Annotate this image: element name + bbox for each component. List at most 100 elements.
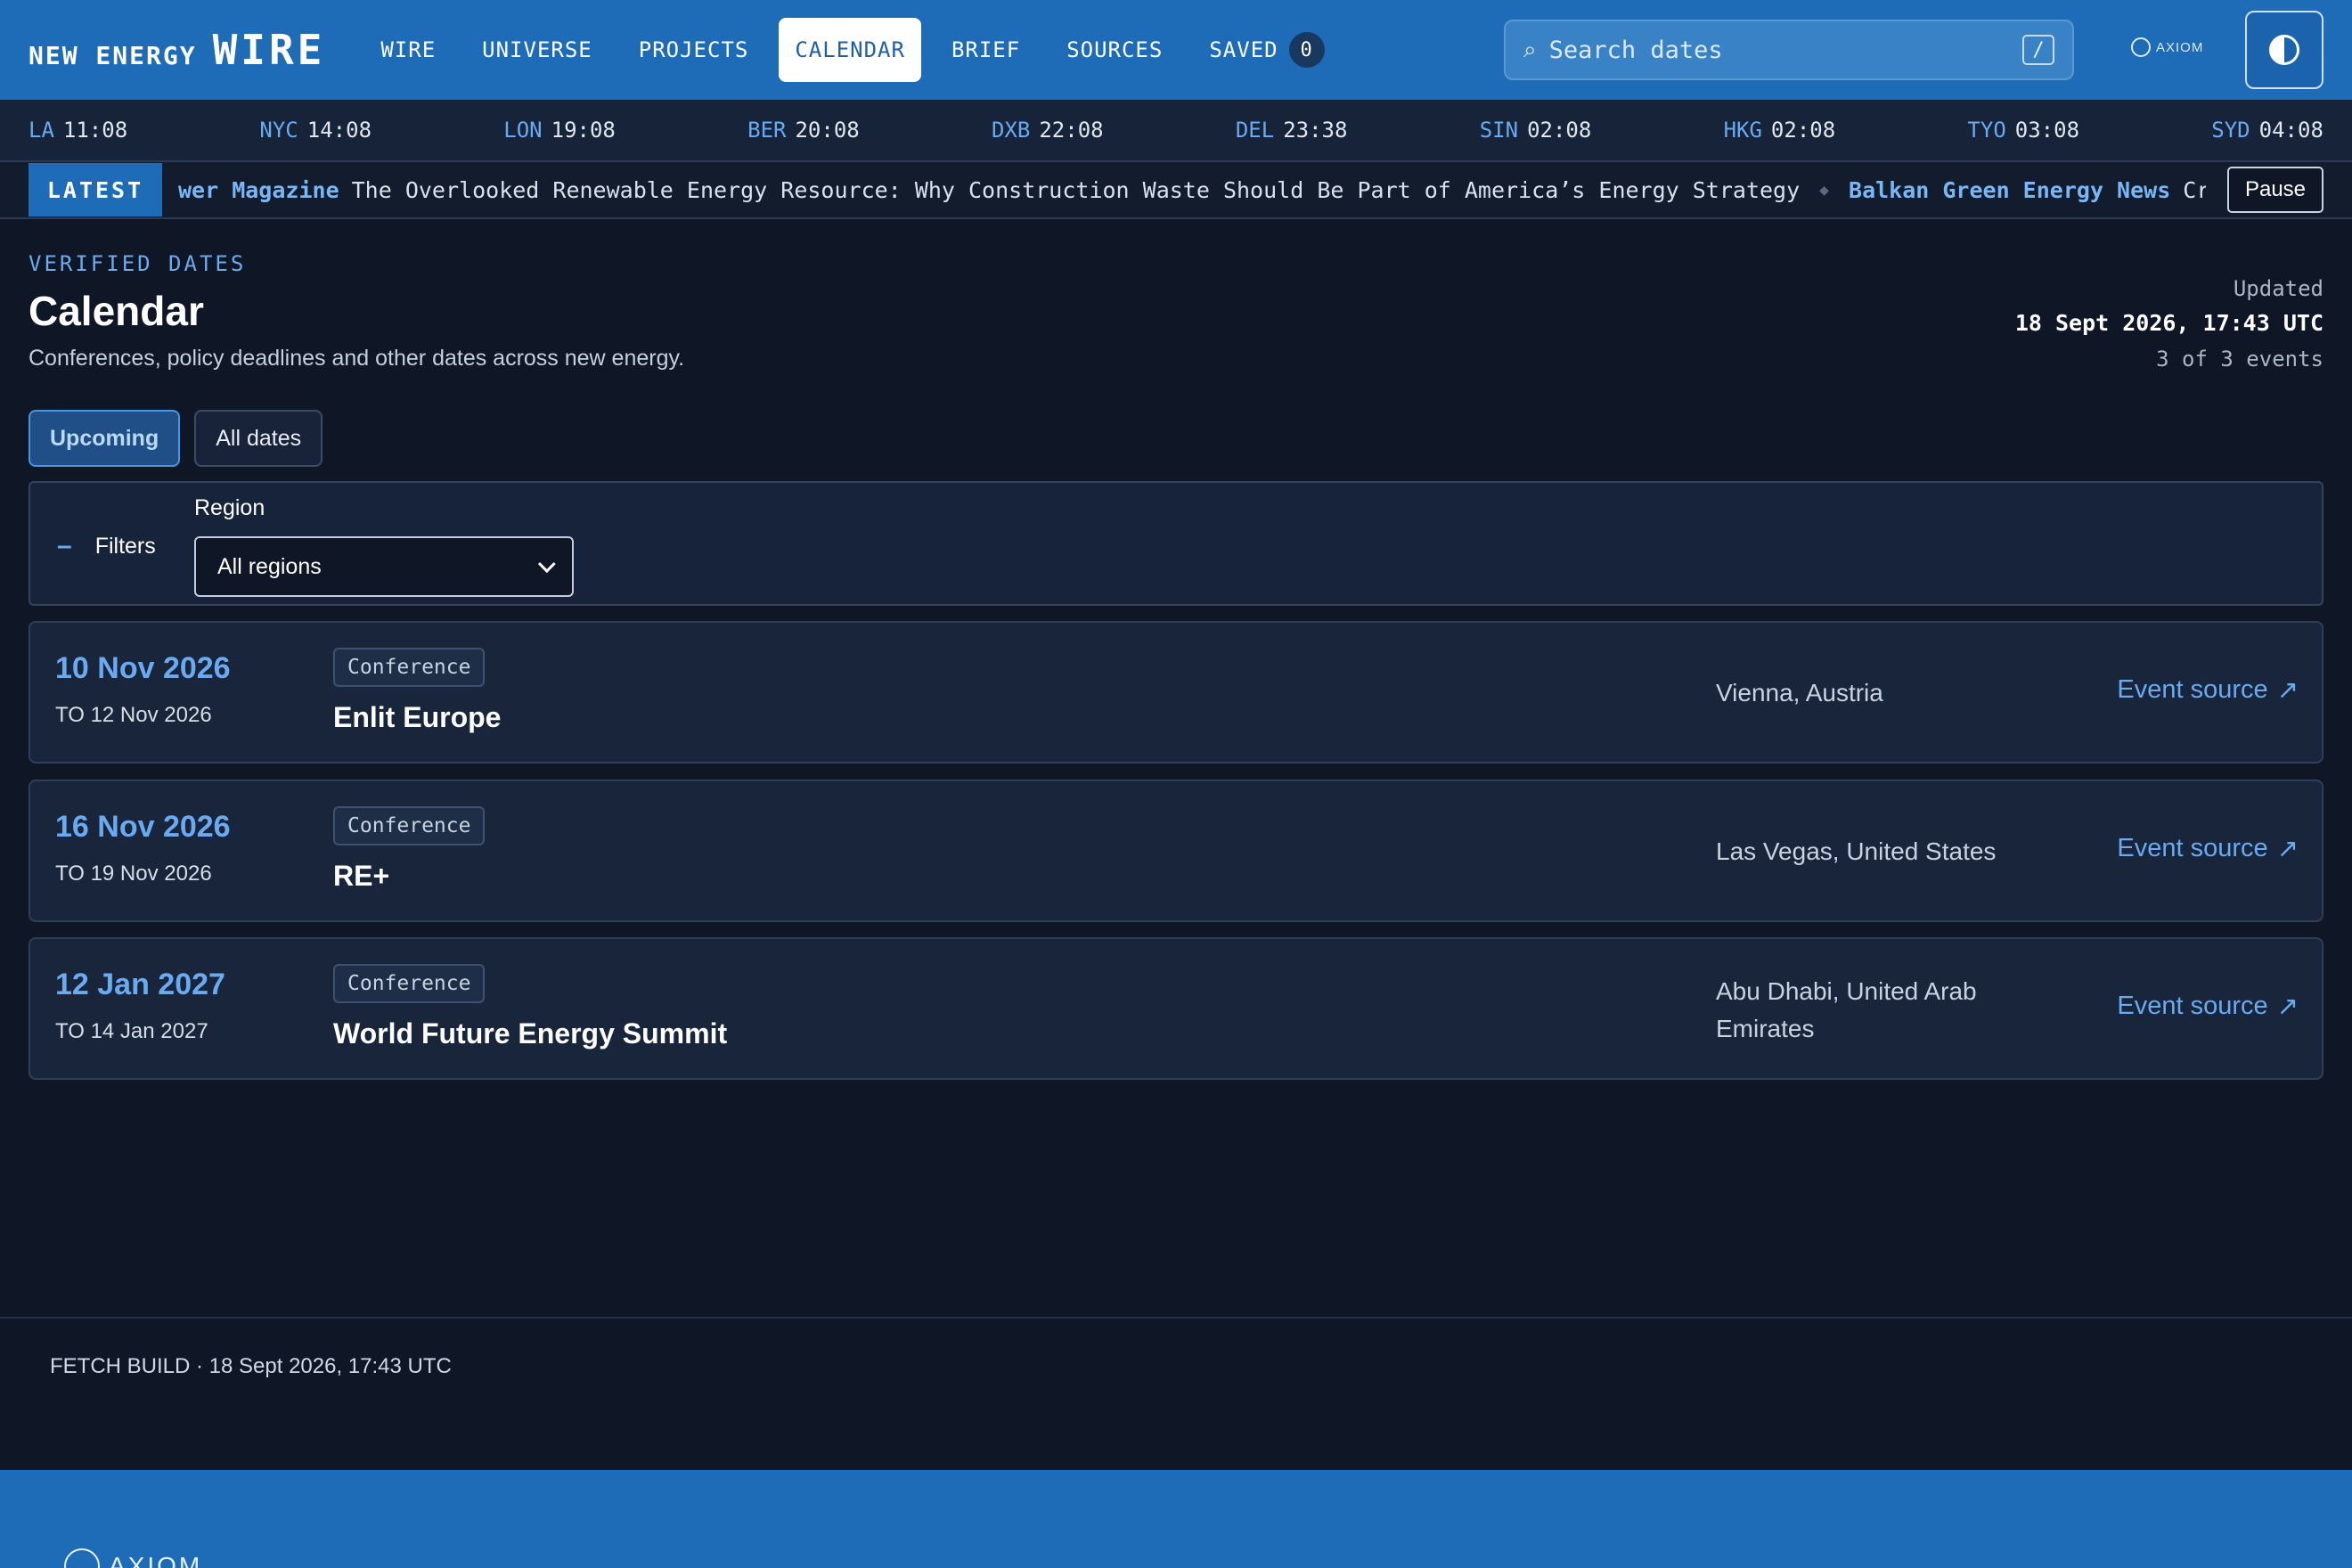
ticker-source[interactable]: Balkan Green Energy News (1849, 177, 2170, 203)
axiom-footer-text: AXIOM (109, 1552, 203, 1568)
chevron-down-icon (537, 555, 556, 574)
clock-time: 22:08 (1039, 118, 1104, 143)
event-card: 16 Nov 2026 TO 19 Nov 2026 Conference RE… (29, 780, 2323, 922)
external-link-icon: ↗ (2276, 835, 2299, 863)
filters-toggle[interactable]: – Filters (57, 531, 156, 561)
event-type-tag: Conference (333, 648, 486, 687)
clock-city: HKG (1723, 118, 1762, 143)
nav-saved-label: SAVED (1209, 37, 1278, 62)
event-end-date: TO 19 Nov 2026 (55, 862, 212, 886)
event-card: 10 Nov 2026 TO 12 Nov 2026 Conference En… (29, 621, 2323, 764)
axiom-logo-small[interactable]: AXIOM (2131, 37, 2203, 57)
ticker-source[interactable]: wer Magazine (178, 177, 339, 203)
news-ticker: LATEST wer Magazine The Overlooked Renew… (0, 162, 2352, 219)
clock-city: SYD (2211, 118, 2250, 143)
ticker-track: wer Magazine The Overlooked Renewable En… (162, 163, 2206, 216)
clock-time: 02:08 (1527, 118, 1592, 143)
filters-panel: – Filters Region All regions (29, 481, 2323, 606)
clock-city: NYC (259, 118, 298, 143)
updated-value: 18 Sept 2026, 17:43 UTC (2014, 310, 2323, 336)
nav-brief[interactable]: BRIEF (935, 18, 1036, 82)
search-box: ⌕ / (1504, 20, 2074, 80)
page-eyebrow: VERIFIED DATES (29, 251, 247, 276)
clock-dxb: DXB 22:08 (992, 118, 1104, 143)
theme-toggle-button[interactable] (2245, 11, 2323, 89)
ticker-headline[interactable]: Croatia (2183, 177, 2206, 203)
brand-big: WIRE (212, 26, 326, 74)
clock-time: 20:08 (795, 118, 860, 143)
saved-count-badge: 0 (1288, 32, 1325, 68)
view-tabs: Upcoming All dates (29, 410, 323, 467)
clock-tyo: TYO 03:08 (1967, 118, 2079, 143)
clock-time: 04:08 (2258, 118, 2323, 143)
axiom-logo-text: AXIOM (2156, 39, 2204, 55)
nav-universe[interactable]: UNIVERSE (466, 18, 608, 82)
ticker-headline[interactable]: The Overlooked Renewable Energy Resource… (352, 177, 1801, 203)
clock-nyc: NYC 14:08 (259, 118, 372, 143)
clock-la: LA 11:08 (29, 118, 127, 143)
event-title: World Future Energy Summit (333, 1017, 728, 1049)
nav-sources[interactable]: SOURCES (1050, 18, 1179, 82)
update-meta: Updated 18 Sept 2026, 17:43 UTC 3 of 3 e… (2015, 276, 2323, 372)
event-type-tag: Conference (333, 964, 486, 1003)
event-title: Enlit Europe (333, 701, 502, 733)
ticker-label: LATEST (29, 163, 162, 216)
search-input[interactable] (1548, 36, 2010, 64)
search-shortcut-key: / (2022, 35, 2054, 65)
region-label: Region (194, 495, 265, 520)
nav-wire[interactable]: WIRE (364, 18, 452, 82)
event-source-label: Event source (2117, 992, 2268, 1020)
nav-projects[interactable]: PROJECTS (623, 18, 765, 82)
axiom-logo-footer[interactable]: AXIOM (64, 1548, 202, 1568)
nav-calendar-label: CALENDAR (795, 37, 905, 62)
footer-band (0, 1470, 2352, 1568)
build-info: FETCH BUILD · 18 Sept 2026, 17:43 UTC (50, 1354, 452, 1378)
event-date: 16 Nov 2026 (55, 810, 231, 844)
world-clocks: LA 11:08 NYC 14:08 LON 19:08 BER 20:08 DXB 22… (0, 100, 2352, 162)
updated-label: Updated (2233, 276, 2323, 301)
event-location: Vienna, Austria (1716, 679, 1883, 706)
clock-city: BER (747, 118, 787, 143)
brand-logo[interactable]: NEW ENERGY WIRE (29, 26, 325, 74)
nav-saved[interactable]: SAVED 0 (1193, 18, 1340, 82)
event-source-link[interactable]: Event source ↗ (2117, 674, 2299, 706)
tab-all-dates[interactable]: All dates (194, 410, 323, 467)
event-title: RE+ (333, 860, 390, 892)
clock-lon: LON 19:08 (503, 118, 616, 143)
ticker-pause-button[interactable]: Pause (2227, 167, 2323, 213)
filters-label: Filters (94, 533, 156, 559)
nav-calendar[interactable]: CALENDAR (779, 18, 921, 82)
event-end-date: TO 12 Nov 2026 (55, 703, 212, 727)
clock-sin: SIN 02:08 (1480, 118, 1592, 143)
external-link-icon: ↗ (2276, 992, 2299, 1021)
brand-small: NEW ENERGY (29, 41, 197, 70)
event-source-link[interactable]: Event source ↗ (2117, 833, 2299, 864)
clock-city: LA (29, 118, 54, 143)
event-source-label: Event source (2117, 675, 2268, 704)
event-type-tag: Conference (333, 806, 486, 845)
page-title: Calendar (29, 288, 204, 334)
clock-time: 19:08 (551, 118, 616, 143)
clock-time: 02:08 (1770, 118, 1836, 143)
event-card: 12 Jan 2027 TO 14 Jan 2027 Conference Wo… (29, 937, 2323, 1080)
clock-time: 03:08 (2014, 118, 2080, 143)
clock-ber: BER 20:08 (747, 118, 860, 143)
event-source-link[interactable]: Event source ↗ (2117, 991, 2299, 1022)
region-select[interactable]: All regions (194, 536, 574, 597)
external-link-icon: ↗ (2276, 676, 2299, 705)
event-date: 12 Jan 2027 (55, 968, 225, 1001)
event-end-date: TO 14 Jan 2027 (55, 1019, 208, 1043)
event-count: 3 of 3 events (2156, 347, 2323, 372)
clock-time: 23:38 (1283, 118, 1348, 143)
main-nav: WIRE UNIVERSE PROJECTS CALENDAR BRIEF SO… (364, 18, 1340, 82)
ticker-separator-icon: ◆ (1819, 180, 1830, 200)
nav-projects-label: PROJECTS (638, 37, 749, 62)
event-location: Las Vegas, United States (1716, 837, 1997, 865)
region-select-value: All regions (217, 553, 322, 579)
nav-universe-label: UNIVERSE (482, 37, 592, 62)
search-icon: ⌕ (1523, 36, 1537, 62)
tab-upcoming[interactable]: Upcoming (29, 410, 181, 467)
clock-time: 11:08 (62, 118, 128, 143)
collapse-icon: – (57, 531, 72, 560)
nav-sources-label: SOURCES (1066, 37, 1164, 62)
